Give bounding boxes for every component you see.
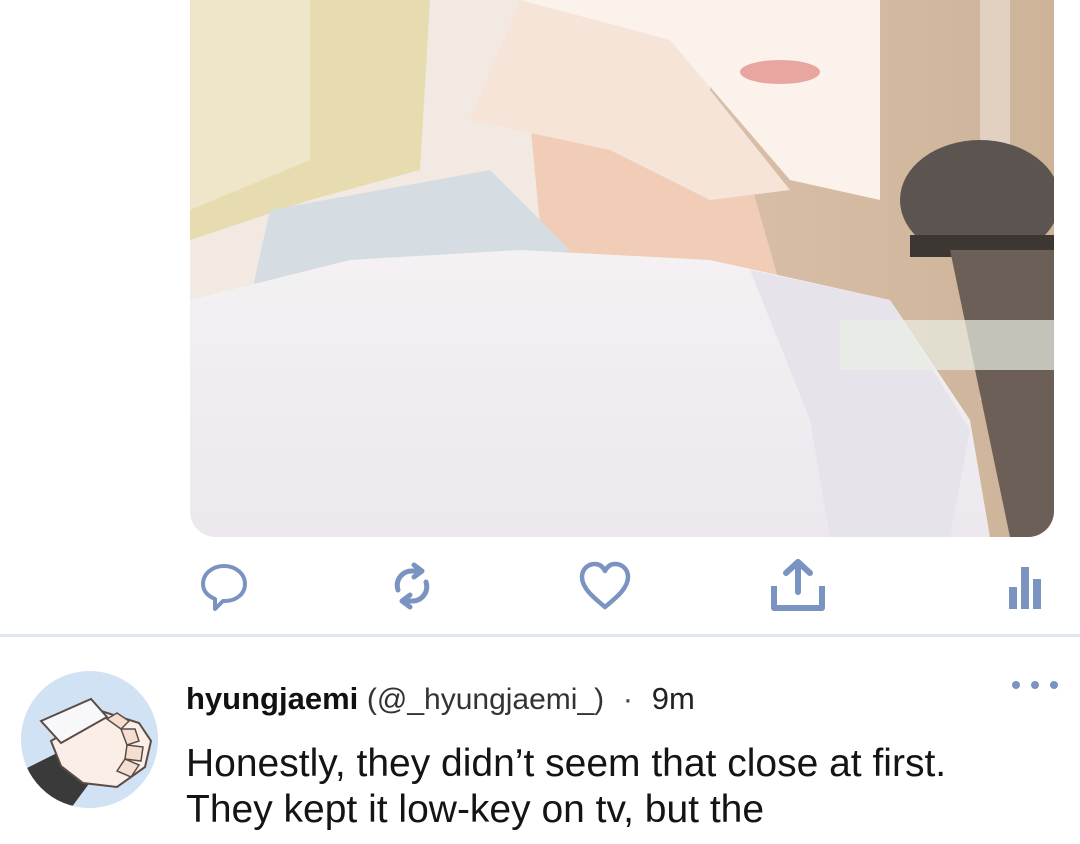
anime-illustration [190,0,1054,537]
tweet-header: hyungjaemi (@_hyungjaemi_) · 9m [186,679,695,720]
avatar-hand-icon [21,671,158,808]
tweet-text-line: They kept it low-key on tv, but the [186,788,765,831]
like-button[interactable] [573,558,637,614]
analytics-icon [1009,567,1041,609]
header-separator: · [622,681,634,716]
tweet-item[interactable]: hyungjaemi (@_hyungjaemi_) · 9m Honestly… [0,637,1080,844]
analytics-button[interactable] [995,558,1059,614]
tweet-text-line: Honestly, they didn’t seem that close at… [186,742,947,785]
more-options-icon [1031,681,1039,689]
tweet-media-image[interactable] [190,0,1054,537]
share-button[interactable] [766,558,830,614]
twitter-feed-screen: hyungjaemi (@_hyungjaemi_) · 9m Honestly… [0,0,1080,844]
heart-icon [579,561,631,610]
display-name[interactable]: hyungjaemi [186,681,358,716]
retweet-button[interactable] [380,558,444,614]
tweet-action-bar [0,548,1080,624]
share-icon [771,559,825,611]
reply-icon [201,564,247,611]
more-options-icon [1012,681,1020,689]
tweet-text: Honestly, they didn’t seem that close at… [186,741,1066,833]
user-handle[interactable]: (@_hyungjaemi_) [367,683,604,716]
tweet-timestamp[interactable]: 9m [652,681,695,716]
more-options-button[interactable] [1012,673,1058,697]
more-options-icon [1050,681,1058,689]
retweet-icon [394,562,430,610]
avatar[interactable] [21,671,158,808]
reply-button[interactable] [192,558,256,614]
